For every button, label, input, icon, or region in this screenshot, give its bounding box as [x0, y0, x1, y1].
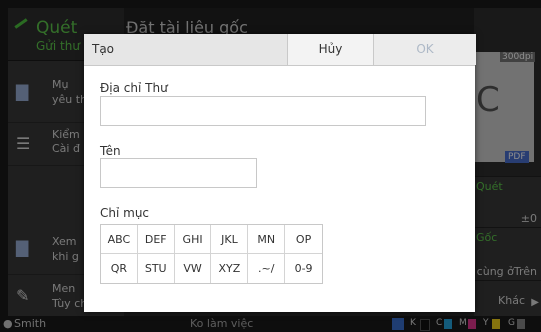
index-key-mn[interactable]: MN	[248, 225, 286, 254]
index-key-abc[interactable]: ABC	[101, 225, 138, 254]
name-field[interactable]	[100, 158, 257, 188]
dialog-title: Tạo	[92, 42, 115, 56]
create-dialog: Tạo Hủy OK Địa chỉ Thư Tên Chỉ mục ABC D…	[84, 34, 476, 312]
index-key-xyz[interactable]: XYZ	[211, 254, 249, 283]
index-key-jkl[interactable]: JKL	[211, 225, 249, 254]
cancel-button[interactable]: Hủy	[287, 34, 373, 65]
ok-button[interactable]: OK	[373, 34, 476, 65]
index-grid: ABC DEF GHI JKL MN OP QR STU VW XYZ .~/ …	[100, 224, 323, 284]
name-label: Tên	[100, 144, 121, 158]
email-field[interactable]	[100, 96, 426, 126]
index-key-qr[interactable]: QR	[101, 254, 138, 283]
index-key-stu[interactable]: STU	[137, 254, 175, 283]
index-key-ghi[interactable]: GHI	[174, 225, 212, 254]
index-key-def[interactable]: DEF	[137, 225, 175, 254]
index-key-op[interactable]: OP	[285, 225, 322, 254]
index-key-vw[interactable]: VW	[174, 254, 212, 283]
email-label: Địa chỉ Thư	[100, 81, 168, 95]
index-label: Chỉ mục	[100, 206, 150, 220]
index-key-symbols[interactable]: .~/	[248, 254, 286, 283]
dialog-header: Tạo Hủy OK	[84, 34, 476, 66]
index-key-digits[interactable]: 0-9	[285, 254, 322, 283]
